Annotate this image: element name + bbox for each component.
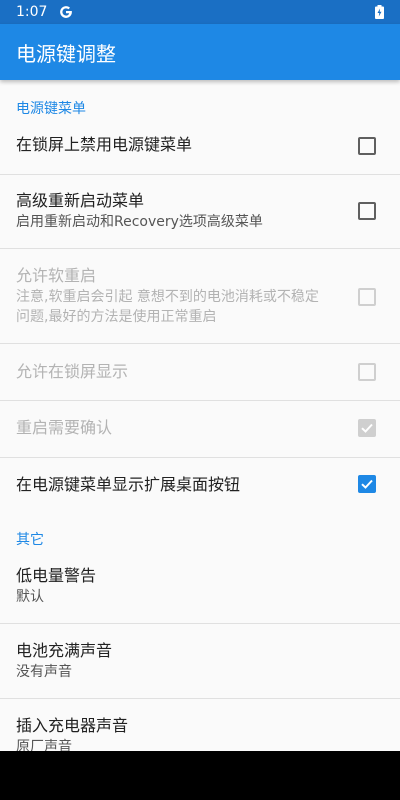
check-icon bbox=[361, 423, 373, 433]
pref-title: 高级重新启动菜单 bbox=[16, 191, 145, 210]
navigation-bar bbox=[0, 751, 400, 800]
preference-list[interactable]: 电源键菜单 在锁屏上禁用电源键菜单 高级重新启动菜单 启用重新启动和Recove… bbox=[0, 80, 400, 751]
status-bar: 1:07 bbox=[0, 0, 400, 24]
checkbox-advanced-reboot[interactable] bbox=[358, 202, 376, 220]
pref-summary: 原厂声音 bbox=[16, 739, 72, 751]
category-power-menu: 电源键菜单 bbox=[16, 101, 86, 117]
pref-title: 低电量警告 bbox=[16, 566, 97, 585]
battery-charging-icon bbox=[375, 5, 384, 19]
pref-battery-full-sound[interactable]: 电池充满声音 没有声音 bbox=[0, 624, 400, 698]
pref-title: 重启需要确认 bbox=[16, 418, 113, 437]
pref-disable-on-lockscreen[interactable]: 在锁屏上禁用电源键菜单 bbox=[0, 118, 400, 175]
pref-title: 插入充电器声音 bbox=[16, 716, 129, 735]
category-other: 其它 bbox=[16, 532, 44, 548]
checkbox-disable-on-lockscreen[interactable] bbox=[358, 137, 376, 155]
pref-title: 电池充满声音 bbox=[16, 641, 113, 660]
pref-summary: 默认 bbox=[16, 589, 44, 605]
pref-title: 在电源键菜单显示扩展桌面按钮 bbox=[16, 475, 241, 494]
page-title: 电源键调整 bbox=[16, 41, 116, 66]
google-g-icon bbox=[60, 6, 73, 18]
checkbox-expanded-desktop[interactable] bbox=[358, 475, 376, 493]
pref-title: 在锁屏上禁用电源键菜单 bbox=[16, 135, 193, 154]
pref-summary: 启用重新启动和Recovery选项高级菜单 bbox=[16, 214, 263, 230]
pref-charger-sound[interactable]: 插入充电器声音 原厂声音 bbox=[0, 699, 400, 751]
pref-soft-reboot: 允许软重启 注意,软重启会引起 意想不到的电池消耗或不稳定问题,最好的方法是使用… bbox=[0, 249, 400, 343]
pref-advanced-reboot[interactable]: 高级重新启动菜单 启用重新启动和Recovery选项高级菜单 bbox=[0, 175, 400, 248]
pref-summary: 注意,软重启会引起 意想不到的电池消耗或不稳定问题,最好的方法是使用正常重启 bbox=[16, 289, 319, 325]
app-bar: 电源键调整 bbox=[0, 24, 400, 80]
checkbox-allow-on-lockscreen bbox=[358, 363, 376, 381]
checkbox-confirm-reboot bbox=[358, 419, 376, 437]
check-icon bbox=[361, 479, 373, 489]
checkbox-soft-reboot bbox=[358, 288, 376, 306]
pref-title: 允许在锁屏显示 bbox=[16, 362, 129, 381]
pref-low-battery-warning[interactable]: 低电量警告 默认 bbox=[0, 549, 400, 623]
pref-expanded-desktop[interactable]: 在电源键菜单显示扩展桌面按钮 bbox=[0, 458, 400, 513]
status-time: 1:07 bbox=[16, 4, 48, 20]
pref-allow-on-lockscreen: 允许在锁屏显示 bbox=[0, 344, 400, 400]
pref-title: 允许软重启 bbox=[16, 266, 97, 285]
pref-confirm-reboot: 重启需要确认 bbox=[0, 401, 400, 457]
pref-summary: 没有声音 bbox=[16, 664, 72, 680]
